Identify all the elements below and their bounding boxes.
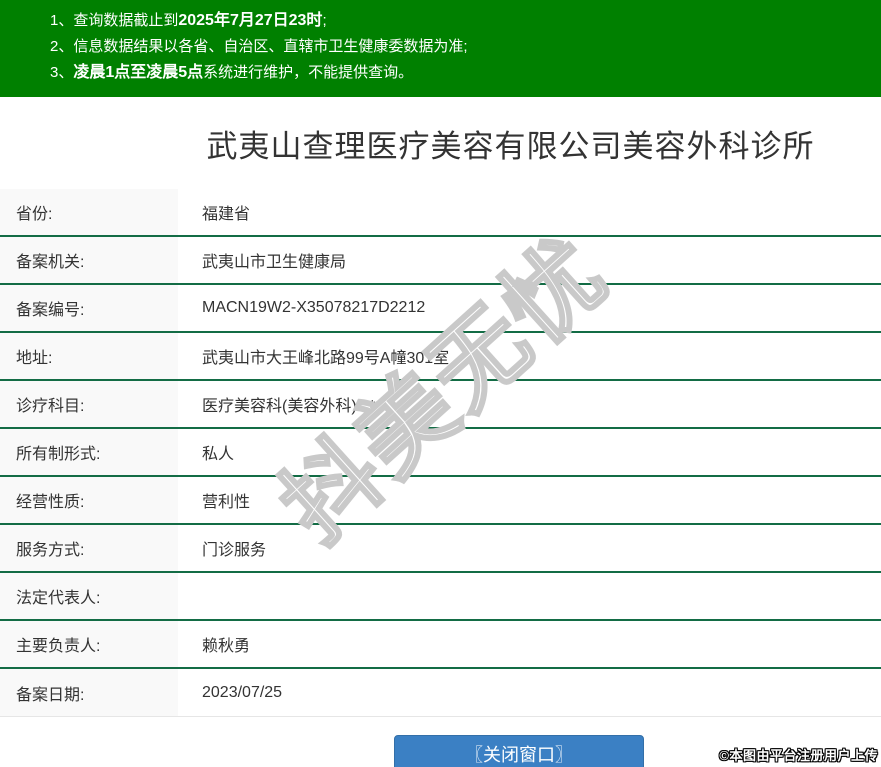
- row-label: 备案机关:: [0, 237, 178, 283]
- table-row: 服务方式: 门诊服务: [0, 525, 881, 573]
- row-label: 法定代表人:: [0, 573, 178, 619]
- table-row: 省份: 福建省: [0, 189, 881, 237]
- row-label: 地址:: [0, 333, 178, 379]
- table-row: 备案机关: 武夷山市卫生健康局: [0, 237, 881, 285]
- row-label: 服务方式:: [0, 525, 178, 571]
- row-value: MACN19W2-X35078217D2212: [202, 299, 426, 316]
- title-wrap: 武夷山查理医疗美容有限公司美容外科诊所: [140, 97, 881, 189]
- row-value: 武夷山市大王峰北路99号A幢301室: [202, 350, 450, 367]
- footer-note: ©本图由平台注册用户上传: [719, 748, 878, 763]
- row-label: 省份:: [0, 189, 178, 235]
- row-label: 诊疗科目:: [0, 381, 178, 427]
- table-row: 经营性质: 营利性: [0, 477, 881, 525]
- table-row: 备案编号: MACN19W2-X35078217D2212: [0, 285, 881, 333]
- row-label: 备案日期:: [0, 669, 178, 716]
- table-row: 主要负责人: 赖秋勇: [0, 621, 881, 669]
- info-table: 省份: 福建省 备案机关: 武夷山市卫生健康局 备案编号: MACN19W2-X…: [0, 189, 881, 717]
- close-window-button[interactable]: 〖关闭窗口〗: [394, 735, 644, 767]
- table-row: 诊疗科目: 医疗美容科(美容外科)******: [0, 381, 881, 429]
- row-value: 2023/07/25: [202, 683, 283, 701]
- row-value: 私人: [202, 446, 235, 463]
- row-value: 赖秋勇: [202, 638, 251, 655]
- notice-line: 1、查询数据截止到2025年7月27日23时;: [50, 12, 327, 29]
- row-value: 福建省: [202, 206, 251, 223]
- row-label: 主要负责人:: [0, 621, 178, 667]
- row-value: 武夷山市卫生健康局: [202, 254, 347, 271]
- notice-line: 2、信息数据结果以各省、自治区、直辖市卫生健康委数据为准;: [50, 38, 468, 55]
- table-row: 法定代表人:: [0, 573, 881, 621]
- row-value: [178, 573, 881, 619]
- table-row: 所有制形式: 私人: [0, 429, 881, 477]
- row-label: 备案编号:: [0, 285, 178, 331]
- row-value: 门诊服务: [202, 542, 267, 559]
- notice-line: 3、凌晨1点至凌晨5点系统进行维护，不能提供查询。: [50, 64, 414, 81]
- row-value: 营利性: [202, 494, 251, 511]
- row-label: 所有制形式:: [0, 429, 178, 475]
- table-row: 地址: 武夷山市大王峰北路99号A幢301室: [0, 333, 881, 381]
- row-label: 经营性质:: [0, 477, 178, 523]
- page-title: 武夷山查理医疗美容有限公司美容外科诊所: [206, 128, 815, 164]
- table-row: 备案日期: 2023/07/25: [0, 669, 881, 717]
- notice-bar: 1、查询数据截止到2025年7月27日23时; 2、信息数据结果以各省、自治区、直…: [0, 0, 881, 97]
- row-value: 医疗美容科(美容外科)******: [202, 398, 395, 415]
